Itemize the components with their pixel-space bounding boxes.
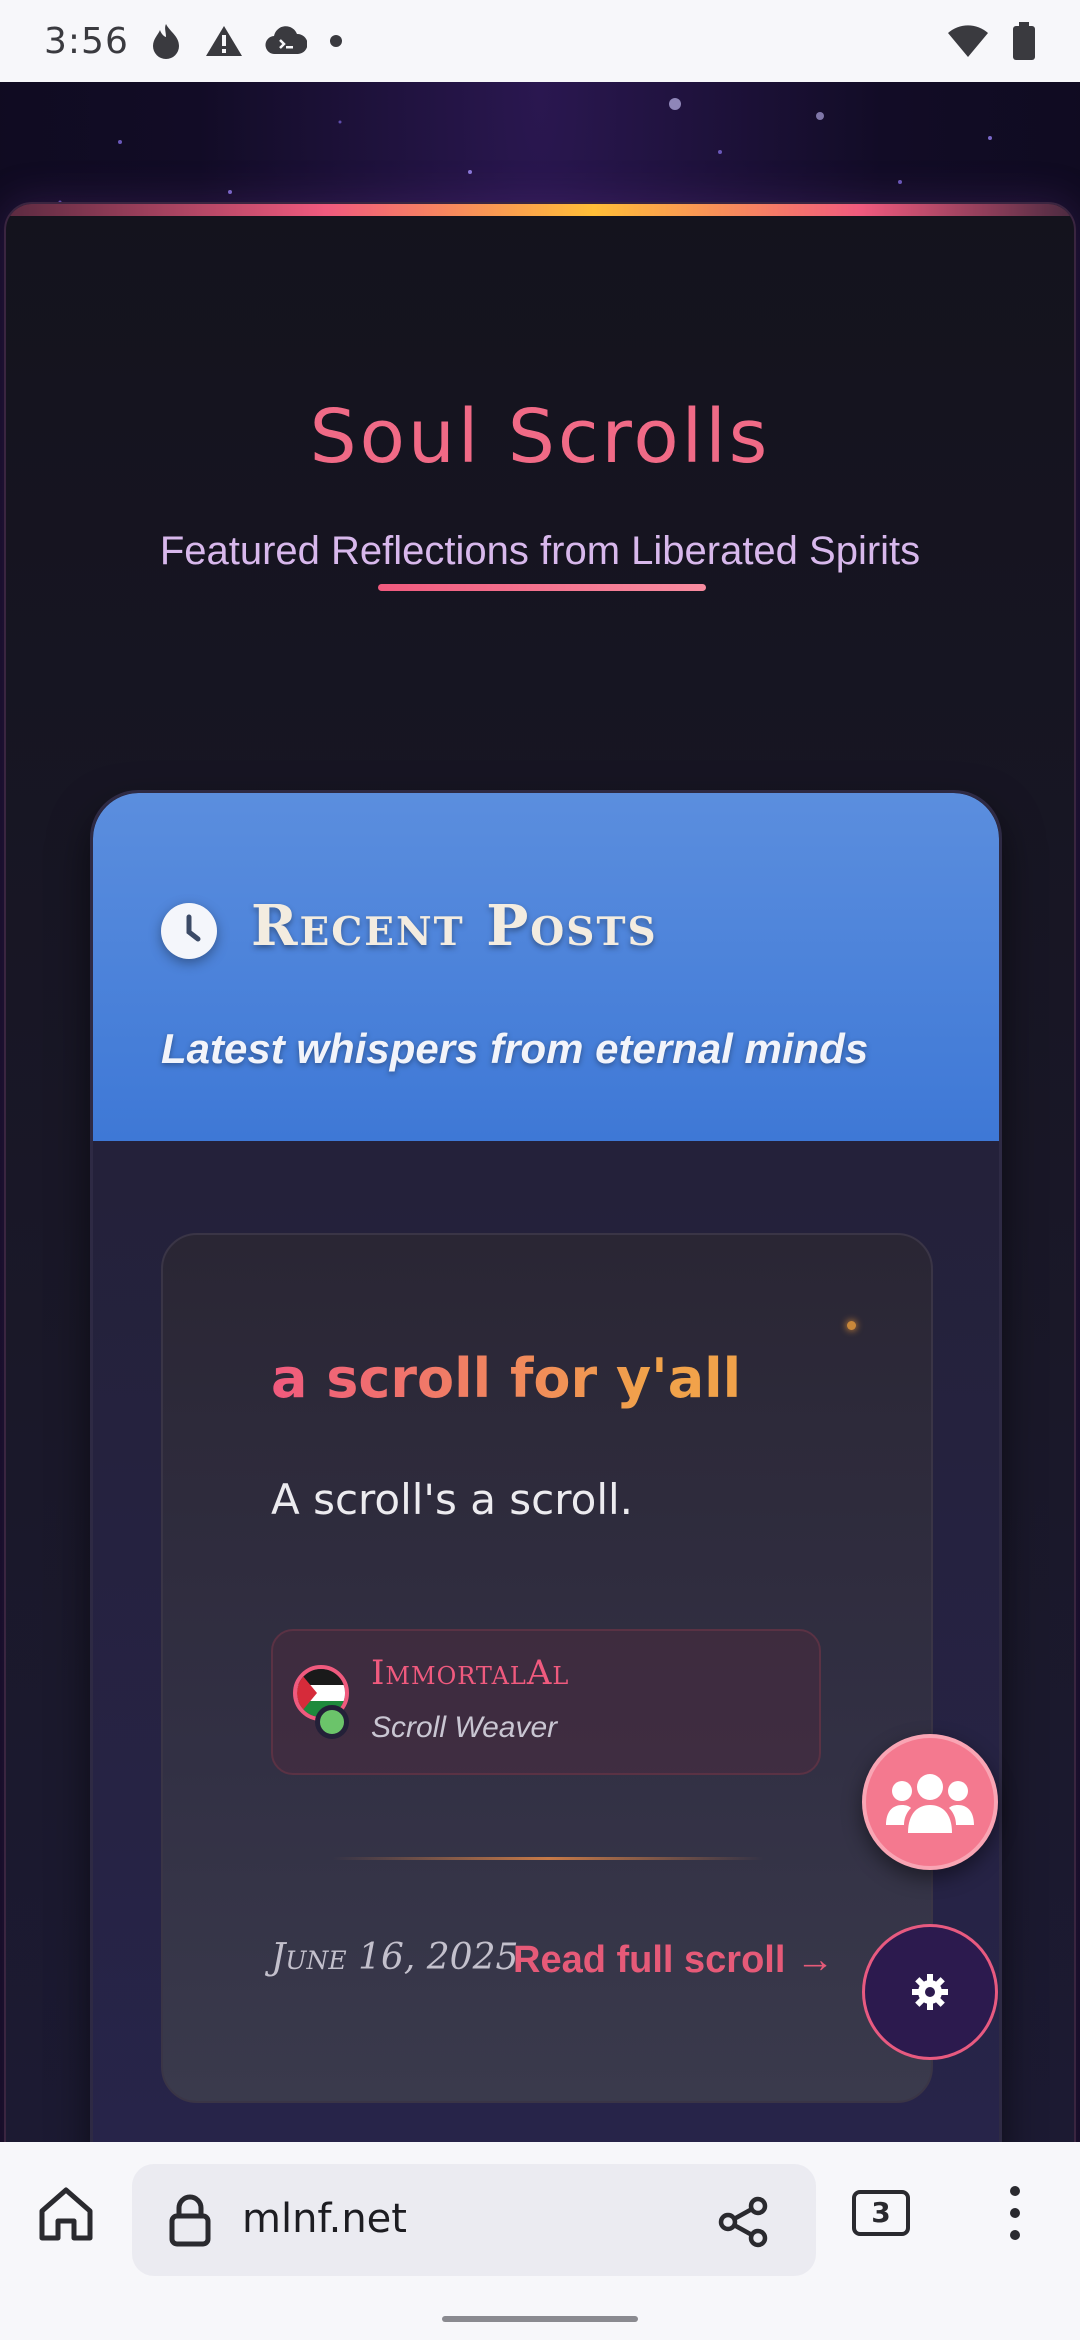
post-date: June 16, 2025 <box>271 1937 519 1978</box>
more-vertical-icon[interactable] <box>990 2182 1040 2244</box>
gradient-top-border <box>6 204 1074 216</box>
address-bar[interactable]: mlnf.net <box>132 2164 816 2276</box>
title-underline <box>378 584 706 591</box>
home-icon <box>39 2187 93 2241</box>
community-fab-button[interactable] <box>862 1734 998 1870</box>
gear-icon <box>912 1974 948 2010</box>
gesture-navigation-bar[interactable] <box>442 2316 638 2322</box>
post-divider <box>333 1857 763 1860</box>
sparkle-decoration <box>847 1321 856 1330</box>
status-left-icons <box>149 22 343 60</box>
status-bar: 3:56 <box>0 0 1080 82</box>
lock-icon <box>169 2194 211 2247</box>
recent-posts-subtitle: Latest whispers from eternal minds <box>161 1025 869 1072</box>
battery-icon <box>1013 22 1035 60</box>
site-title: Soul Scrolls <box>309 394 771 480</box>
post-title[interactable]: a scroll for y'all <box>271 1347 741 1410</box>
recent-posts-panel: Recent Posts Latest whispers from eterna… <box>90 790 1002 2142</box>
post-excerpt: A scroll's a scroll. <box>271 1475 634 1524</box>
read-full-scroll-link[interactable]: Read full scroll → <box>513 1939 834 1982</box>
author-name[interactable]: ImmortalAl <box>371 1653 569 1693</box>
recent-posts-title: Recent Posts <box>251 893 658 959</box>
browser-toolbar: mlnf.net 3 <box>0 2142 1080 2340</box>
fire-icon <box>152 24 179 59</box>
tabs-icon[interactable]: 3 <box>852 2190 910 2236</box>
cloud-terminal-icon <box>265 26 307 55</box>
users-group-icon <box>886 1774 974 1833</box>
recent-posts-header: Recent Posts Latest whispers from eterna… <box>93 793 999 1141</box>
clock-icon <box>161 903 217 959</box>
web-page: Soul Scrolls Featured Reflections from L… <box>0 82 1080 2142</box>
author-badge[interactable]: ImmortalAl Scroll Weaver <box>271 1629 821 1775</box>
author-role: Scroll Weaver <box>371 1711 558 1744</box>
share-icon[interactable] <box>716 2194 772 2250</box>
wifi-icon <box>948 25 988 57</box>
status-time: 3:56 <box>44 20 129 62</box>
online-status-dot <box>315 1705 349 1739</box>
status-right-icons <box>946 22 1036 60</box>
post-card[interactable]: a scroll for y'all A scroll's a scroll. … <box>161 1233 933 2103</box>
warning-icon <box>205 26 242 56</box>
site-subtitle: Featured Reflections from Liberated Spir… <box>159 529 921 573</box>
home-button[interactable] <box>32 2180 100 2248</box>
dot-icon <box>329 35 342 47</box>
settings-fab-button[interactable] <box>862 1924 998 2060</box>
url-text[interactable]: mlnf.net <box>242 2196 407 2242</box>
